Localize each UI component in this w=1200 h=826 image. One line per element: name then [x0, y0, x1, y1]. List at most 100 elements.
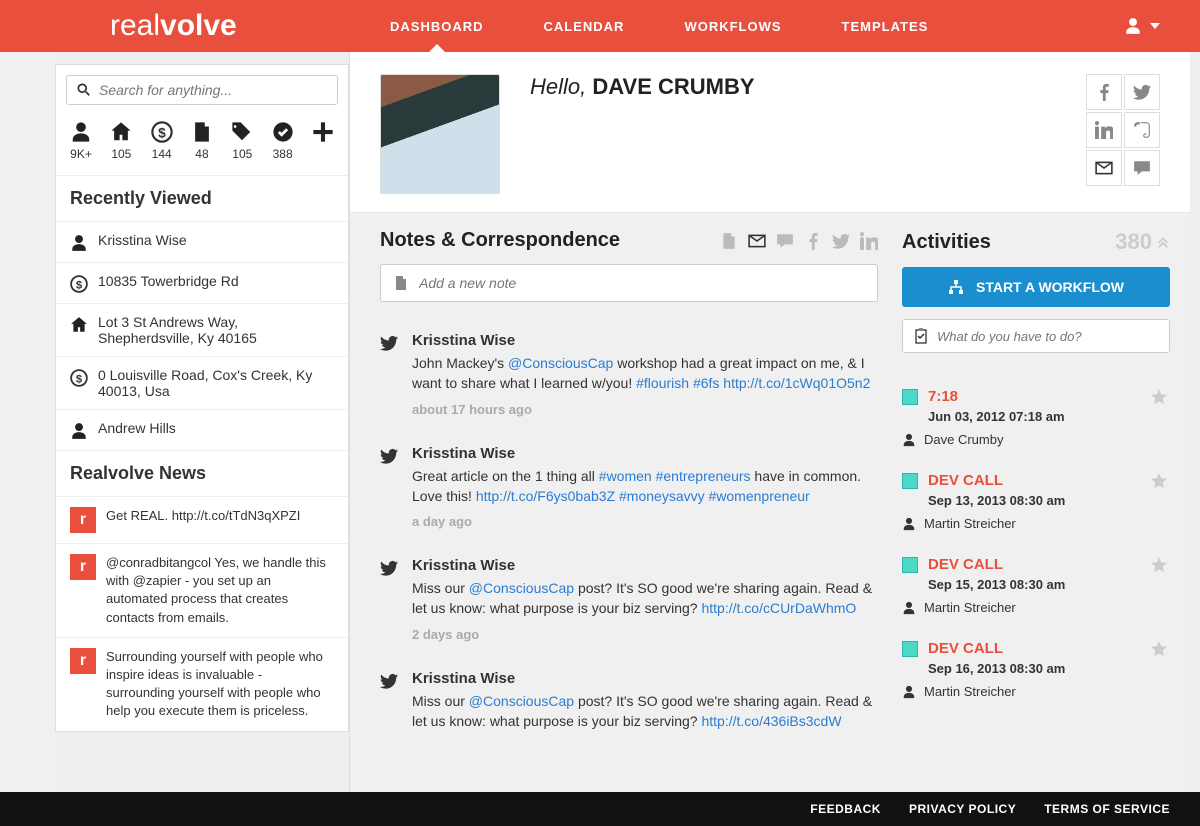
feed-author[interactable]: Krisstina Wise	[412, 557, 878, 574]
activity-date: Jun 03, 2012 07:18 am	[902, 409, 1170, 424]
twitter-icon	[1133, 83, 1151, 101]
feed-text: Miss our @ConsciousCap post? It's SO goo…	[412, 578, 878, 619]
person-icon	[902, 685, 916, 699]
activity-checkbox[interactable]	[902, 389, 918, 405]
todo-box[interactable]	[902, 319, 1170, 353]
collapse-icon[interactable]	[1156, 235, 1170, 249]
twitter-icon	[380, 672, 398, 690]
activity-star[interactable]	[1150, 472, 1168, 490]
counter-file[interactable]: 48	[191, 121, 213, 161]
chevron-down-icon	[1150, 23, 1160, 29]
twitter-icon	[380, 447, 398, 465]
person-icon	[902, 601, 916, 615]
news-item[interactable]: rGet REAL. http://t.co/tTdN3qXPZI	[56, 496, 348, 543]
filter-twitter-icon[interactable]	[832, 232, 850, 250]
feed-author[interactable]: Krisstina Wise	[412, 670, 878, 687]
news-item[interactable]: rSurrounding yourself with people who in…	[56, 637, 348, 731]
recent-item[interactable]: Lot 3 St Andrews Way, Shepherdsville, Ky…	[56, 303, 348, 356]
filter-linkedin-icon[interactable]	[860, 232, 878, 250]
activity-item[interactable]: 7:18 Jun 03, 2012 07:18 am Dave Crumby	[902, 377, 1170, 461]
recent-item[interactable]: Krisstina Wise	[56, 221, 348, 262]
activity-item[interactable]: DEV CALL Sep 16, 2013 08:30 am Martin St…	[902, 629, 1170, 713]
sidebar: 9K+ 105 144 48 105 388 Recently Viewed Krisst…	[55, 52, 350, 792]
feed-item: Krisstina Wise John Mackey's @ConsciousC…	[380, 322, 878, 435]
activity-assignee: Martin Streicher	[902, 600, 1170, 615]
clipboard-icon	[913, 328, 929, 344]
chat-button[interactable]	[1124, 150, 1160, 186]
feed-author[interactable]: Krisstina Wise	[412, 332, 878, 349]
activity-checkbox[interactable]	[902, 473, 918, 489]
topbar: realvolve DASHBOARD CALENDAR WORKFLOWS TEMP…	[0, 0, 1200, 52]
activities-column: Activities 380 START A WORKFLOW	[890, 213, 1170, 792]
counter-dollar[interactable]: 144	[151, 121, 173, 161]
counter-home[interactable]: 105	[110, 121, 132, 161]
person-icon	[70, 234, 88, 252]
start-workflow-button[interactable]: START A WORKFLOW	[902, 267, 1170, 307]
activity-title: 7:18	[928, 388, 958, 405]
counter-plus[interactable]	[312, 121, 334, 161]
recent-item[interactable]: 10835 Towerbridge Rd	[56, 262, 348, 303]
dollar-icon	[151, 121, 173, 143]
person-icon	[902, 433, 916, 447]
feed-author[interactable]: Krisstina Wise	[412, 445, 878, 462]
twitter-button[interactable]	[1124, 74, 1160, 110]
main-nav: DASHBOARD CALENDAR WORKFLOWS TEMPLATES	[350, 0, 1124, 52]
nav-workflows[interactable]: WORKFLOWS	[684, 0, 781, 52]
news-badge-icon: r	[70, 507, 96, 533]
check-icon	[272, 121, 294, 143]
note-icon	[393, 275, 409, 291]
feed-time: a day ago	[412, 514, 878, 529]
activity-checkbox[interactable]	[902, 557, 918, 573]
todo-input[interactable]	[937, 329, 1159, 344]
activity-title: DEV CALL	[928, 472, 1003, 489]
person-icon	[70, 121, 92, 143]
activity-checkbox[interactable]	[902, 641, 918, 657]
recent-item[interactable]: 0 Louisville Road, Cox's Creek, Ky 40013…	[56, 356, 348, 409]
filter-email-icon[interactable]	[748, 232, 766, 250]
counter-check[interactable]: 388	[272, 121, 294, 161]
feed-item: Krisstina Wise Great article on the 1 th…	[380, 435, 878, 548]
notes-title: Notes & Correspondence	[380, 229, 620, 252]
person-icon	[902, 517, 916, 531]
filter-file-icon[interactable]	[720, 232, 738, 250]
scrollbar[interactable]	[1190, 52, 1200, 792]
filter-chat-icon[interactable]	[776, 232, 794, 250]
activity-item[interactable]: DEV CALL Sep 13, 2013 08:30 am Martin St…	[902, 461, 1170, 545]
search-input[interactable]	[99, 82, 327, 98]
facebook-button[interactable]	[1086, 74, 1122, 110]
news-item[interactable]: r@conradbitangcol Yes, we handle this wi…	[56, 543, 348, 637]
activity-star[interactable]	[1150, 556, 1168, 574]
news-badge-icon: r	[70, 554, 96, 580]
linkedin-icon	[1095, 121, 1113, 139]
nav-calendar[interactable]: CALENDAR	[544, 0, 625, 52]
filter-facebook-icon[interactable]	[804, 232, 822, 250]
activity-item[interactable]: DEV CALL Sep 15, 2013 08:30 am Martin St…	[902, 545, 1170, 629]
linkedin-button[interactable]	[1086, 112, 1122, 148]
user-avatar[interactable]	[380, 74, 500, 194]
footer-link-terms-of-service[interactable]: TERMS OF SERVICE	[1044, 802, 1170, 816]
nav-dashboard[interactable]: DASHBOARD	[390, 0, 484, 52]
nav-templates[interactable]: TEMPLATES	[842, 0, 929, 52]
logo[interactable]: realvolve	[0, 9, 350, 43]
activity-star[interactable]	[1150, 640, 1168, 658]
feed-text: John Mackey's @ConsciousCap workshop had…	[412, 353, 878, 394]
activity-star[interactable]	[1150, 388, 1168, 406]
plus-icon	[312, 121, 334, 143]
recently-viewed-header: Recently Viewed	[56, 175, 348, 221]
activity-assignee: Dave Crumby	[902, 432, 1170, 447]
evernote-button[interactable]	[1124, 112, 1160, 148]
add-note-box[interactable]	[380, 264, 878, 302]
activity-date: Sep 16, 2013 08:30 am	[902, 661, 1170, 676]
email-button[interactable]	[1086, 150, 1122, 186]
recent-item[interactable]: Andrew Hills	[56, 409, 348, 450]
footer-link-privacy-policy[interactable]: PRIVACY POLICY	[909, 802, 1016, 816]
counters-bar: 9K+ 105 144 48 105 388	[56, 115, 348, 175]
add-note-input[interactable]	[419, 275, 865, 291]
feed-time: about 17 hours ago	[412, 402, 878, 417]
counter-person[interactable]: 9K+	[70, 121, 92, 161]
user-icon	[1124, 17, 1142, 35]
counter-tag[interactable]: 105	[231, 121, 253, 161]
user-menu[interactable]	[1124, 17, 1200, 35]
footer-link-feedback[interactable]: FEEDBACK	[810, 802, 881, 816]
feed-text: Great article on the 1 thing all #women …	[412, 466, 878, 507]
